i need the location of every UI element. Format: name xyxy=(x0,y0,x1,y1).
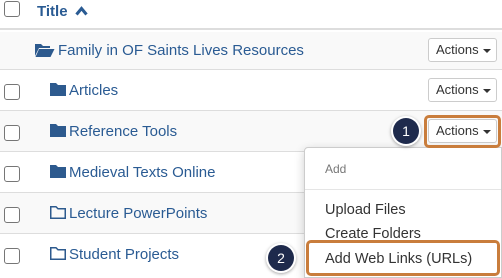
select-all-checkbox[interactable] xyxy=(4,1,20,17)
row-checkbox[interactable] xyxy=(4,84,20,100)
row-checkbox[interactable] xyxy=(4,166,20,182)
folder-link[interactable]: Articles xyxy=(69,82,118,99)
title-column-header[interactable]: Title xyxy=(37,3,88,20)
add-web-links-highlight xyxy=(306,240,500,276)
row-checkbox[interactable] xyxy=(4,207,20,223)
actions-button-highlight xyxy=(424,115,501,148)
table-row: Articles Actions xyxy=(0,70,502,111)
folder-icon xyxy=(50,165,66,178)
folder-link[interactable]: Medieval Texts Online xyxy=(69,164,215,181)
folder-outline-icon xyxy=(50,206,66,219)
table-row: Family in OF Saints Lives Resources Acti… xyxy=(0,32,502,70)
folder-icon xyxy=(50,124,66,137)
caret-down-icon xyxy=(483,89,491,93)
title-header-label: Title xyxy=(37,3,68,20)
row-checkbox[interactable] xyxy=(4,125,20,141)
menu-item-upload-files[interactable]: Upload Files xyxy=(325,202,406,218)
chevron-up-icon xyxy=(75,6,88,16)
menu-divider xyxy=(305,189,501,190)
actions-button[interactable]: Actions xyxy=(428,38,497,62)
step-badge: 1 xyxy=(393,118,419,144)
row-checkbox[interactable] xyxy=(4,248,20,264)
folder-link[interactable]: Family in OF Saints Lives Resources xyxy=(58,42,304,59)
folder-link[interactable]: Lecture PowerPoints xyxy=(69,205,207,222)
folder-link[interactable]: Student Projects xyxy=(69,246,179,263)
table-header: Title xyxy=(0,0,502,30)
folder-outline-icon xyxy=(50,247,66,260)
step-badge: 2 xyxy=(268,245,294,271)
folder-icon xyxy=(50,83,66,96)
caret-down-icon xyxy=(483,49,491,53)
folder-link[interactable]: Reference Tools xyxy=(69,123,177,140)
menu-header: Add xyxy=(325,162,347,176)
actions-button[interactable]: Actions xyxy=(428,78,497,102)
folder-open-icon xyxy=(35,44,55,57)
